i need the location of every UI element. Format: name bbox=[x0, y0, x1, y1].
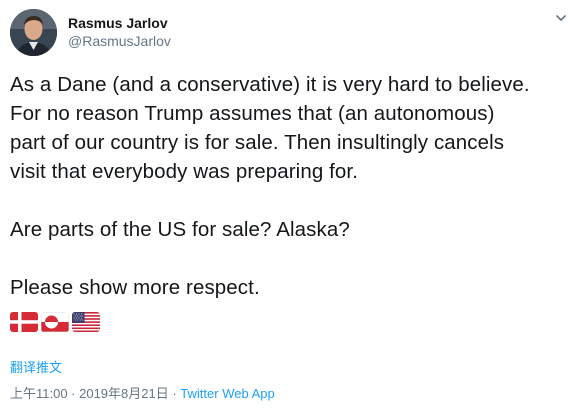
timestamp[interactable]: 上午11:00 · 2019年8月21日 bbox=[10, 386, 169, 401]
denmark-flag-emoji-icon bbox=[10, 312, 38, 332]
avatar[interactable] bbox=[10, 9, 57, 56]
flag-emoji-row bbox=[10, 312, 100, 333]
metadata-separator: · bbox=[168, 386, 181, 401]
greenland-flag-emoji-icon bbox=[41, 312, 69, 332]
united-states-flag-emoji-icon bbox=[72, 312, 100, 332]
source-app-link[interactable]: Twitter Web App bbox=[180, 386, 274, 401]
tweet-text: As a Dane (and a conservative) it is ver… bbox=[10, 73, 530, 299]
tweet-card: Rasmus Jarlov @RasmusJarlov As a Dane (a… bbox=[0, 0, 581, 412]
chevron-down-icon[interactable] bbox=[554, 11, 568, 25]
avatar-photo-icon bbox=[10, 9, 57, 56]
translate-tweet-link[interactable]: 翻译推文 bbox=[10, 360, 62, 376]
tweet-header: Rasmus Jarlov @RasmusJarlov bbox=[10, 9, 571, 57]
user-handle[interactable]: @RasmusJarlov bbox=[68, 32, 171, 50]
display-name[interactable]: Rasmus Jarlov bbox=[68, 14, 171, 32]
tweet-metadata: 上午11:00 · 2019年8月21日 · Twitter Web App bbox=[10, 386, 275, 402]
user-block: Rasmus Jarlov @RasmusJarlov bbox=[68, 14, 171, 50]
